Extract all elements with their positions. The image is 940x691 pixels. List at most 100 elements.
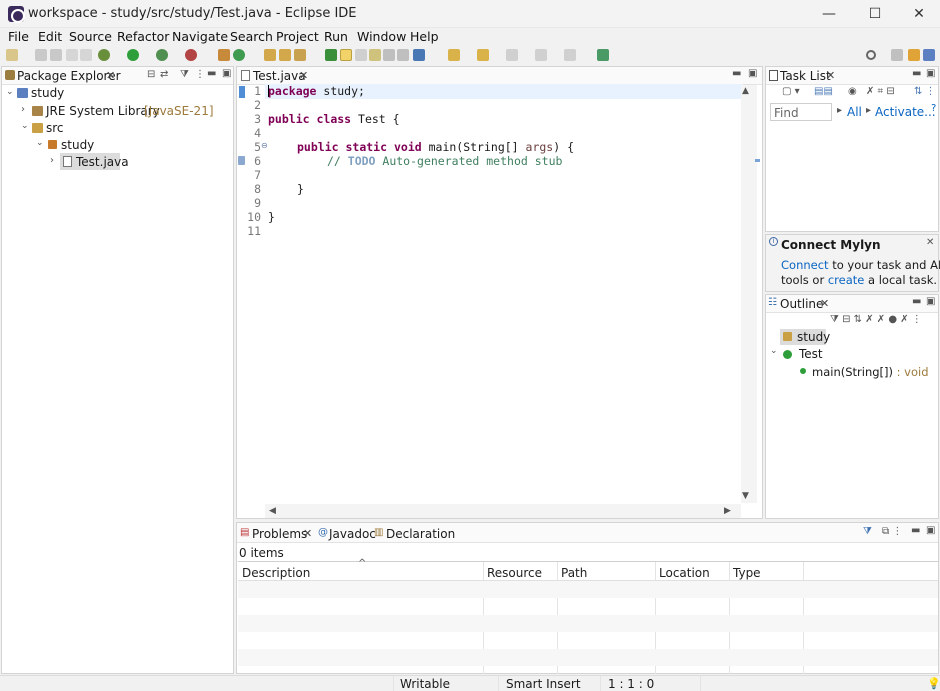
collapse-all-icon[interactable]: ⊟ bbox=[147, 69, 155, 80]
maximize-view-icon[interactable]: ▣ bbox=[926, 296, 935, 307]
minimize-button[interactable]: — bbox=[806, 0, 852, 28]
save-icon[interactable] bbox=[35, 49, 47, 61]
tree-src[interactable]: src bbox=[46, 121, 64, 135]
menu-file[interactable]: File bbox=[8, 29, 29, 44]
minimize-view-icon[interactable]: ▬ bbox=[207, 68, 216, 79]
close-tab-icon[interactable]: ✕ bbox=[299, 69, 308, 82]
new-task-icon[interactable]: ▢ ▾ bbox=[782, 86, 800, 97]
search-tool-icon[interactable] bbox=[294, 49, 306, 61]
menu-navigate[interactable]: Navigate bbox=[172, 29, 228, 44]
vertical-scrollbar[interactable] bbox=[741, 85, 757, 503]
connect-link[interactable]: Connect bbox=[781, 258, 829, 272]
tree-jre-library[interactable]: JRE System Library bbox=[46, 104, 160, 118]
outline-tab[interactable]: Outline bbox=[780, 297, 823, 311]
package-explorer-tab[interactable]: Package Explorer bbox=[17, 69, 121, 83]
status-insert-mode[interactable]: Smart Insert bbox=[506, 677, 581, 691]
redo-icon[interactable] bbox=[80, 49, 92, 61]
close-tab-icon[interactable]: ✕ bbox=[826, 69, 835, 82]
open-type-icon[interactable] bbox=[264, 49, 276, 61]
new-class-icon[interactable] bbox=[233, 49, 245, 61]
search-icon[interactable] bbox=[866, 50, 876, 60]
last-edit-icon[interactable] bbox=[506, 49, 518, 61]
java-perspective-icon[interactable] bbox=[908, 49, 920, 61]
menu-search[interactable]: Search bbox=[230, 29, 273, 44]
toggle-block-icon[interactable] bbox=[355, 49, 367, 61]
problems-tab[interactable]: Problems bbox=[252, 527, 307, 541]
menu-help[interactable]: Help bbox=[410, 29, 439, 44]
menu-edit[interactable]: Edit bbox=[38, 29, 62, 44]
mark-occurrences-icon[interactable] bbox=[340, 49, 352, 61]
view-menu-icon[interactable]: ⧉ ⋮ bbox=[882, 526, 902, 537]
minimize-view-icon[interactable]: ▬ bbox=[912, 296, 921, 307]
debug-perspective-icon[interactable] bbox=[923, 49, 935, 61]
scroll-down-icon[interactable]: ▼ bbox=[742, 491, 749, 501]
column-path[interactable]: Path bbox=[561, 566, 587, 580]
scroll-left-icon[interactable]: ◀ bbox=[269, 506, 276, 516]
declaration-tab[interactable]: Declaration bbox=[386, 527, 455, 541]
maximize-view-icon[interactable]: ▣ bbox=[748, 68, 757, 79]
chevron-down-icon[interactable]: ⌄ bbox=[6, 87, 14, 97]
minimize-view-icon[interactable]: ▬ bbox=[911, 525, 920, 536]
run-icon[interactable] bbox=[127, 49, 139, 61]
outline-class[interactable]: Test bbox=[799, 347, 823, 361]
outline-package[interactable]: study bbox=[797, 330, 830, 344]
categorized-icon[interactable]: ▤▤ bbox=[814, 86, 833, 97]
column-location[interactable]: Location bbox=[659, 566, 710, 580]
menu-refactor[interactable]: Refactor bbox=[117, 29, 169, 44]
external-tools-icon[interactable] bbox=[185, 49, 197, 61]
column-type[interactable]: Type bbox=[733, 566, 761, 580]
save-all-icon[interactable] bbox=[50, 49, 62, 61]
chevron-right-icon[interactable]: › bbox=[50, 155, 54, 166]
minimize-view-icon[interactable]: ▬ bbox=[732, 68, 741, 79]
horizontal-scrollbar[interactable] bbox=[265, 504, 741, 518]
menu-project[interactable]: Project bbox=[276, 29, 319, 44]
tree-project[interactable]: study bbox=[31, 86, 64, 100]
fold-icon[interactable]: ⊖ bbox=[261, 141, 268, 150]
new-icon[interactable] bbox=[6, 49, 18, 61]
chevron-down-icon[interactable]: ⌄ bbox=[770, 346, 778, 356]
prev-annotation-icon[interactable] bbox=[477, 49, 489, 61]
close-icon[interactable]: ✕ bbox=[926, 237, 934, 248]
maximize-button[interactable]: ☐ bbox=[852, 0, 898, 28]
open-perspective-icon[interactable] bbox=[891, 49, 903, 61]
outline-toolbar-icons[interactable]: ⧩ ⊟ ⇅ ✗ ✗ ● ✗ ⋮ bbox=[830, 314, 922, 325]
close-button[interactable]: ✕ bbox=[896, 0, 940, 28]
annotation-icon[interactable] bbox=[325, 49, 337, 61]
link-editor-icon[interactable]: ⇄ bbox=[160, 69, 168, 80]
menu-run[interactable]: Run bbox=[324, 29, 348, 44]
undo-icon[interactable] bbox=[66, 49, 78, 61]
scroll-right-icon[interactable]: ▶ bbox=[724, 506, 731, 516]
menu-source[interactable]: Source bbox=[69, 29, 112, 44]
next-annotation-icon[interactable] bbox=[448, 49, 460, 61]
close-tab-icon[interactable]: ✕ bbox=[820, 297, 829, 310]
column-resource[interactable]: Resource bbox=[487, 566, 542, 580]
focus-icon[interactable]: ◉ bbox=[848, 86, 857, 97]
chevron-down-icon[interactable]: ⌄ bbox=[36, 138, 44, 148]
all-link[interactable]: All bbox=[847, 105, 862, 119]
word-wrap-icon[interactable] bbox=[369, 49, 381, 61]
maximize-view-icon[interactable]: ▣ bbox=[926, 68, 935, 79]
chevron-right-icon[interactable]: › bbox=[21, 104, 25, 115]
filter-icon[interactable]: ⧩ bbox=[180, 69, 189, 80]
outline-method-row[interactable]: main(String[]) : void bbox=[812, 365, 929, 379]
view-menu-icon[interactable]: ⋮ bbox=[195, 69, 205, 80]
create-link[interactable]: create bbox=[828, 273, 865, 287]
sync-icon[interactable]: ⇅ ⋮ bbox=[914, 86, 936, 97]
open-folder-icon[interactable] bbox=[279, 49, 291, 61]
new-java-project-icon[interactable] bbox=[218, 49, 230, 61]
chevron-down-icon[interactable]: ⌄ bbox=[21, 121, 29, 131]
tree-file[interactable]: Test.java bbox=[76, 155, 129, 169]
find-input[interactable]: Find bbox=[770, 103, 832, 121]
menu-window[interactable]: Window bbox=[357, 29, 406, 44]
editor-tab-test-java[interactable]: Test.java bbox=[253, 69, 306, 83]
lightbulb-icon[interactable]: 💡 bbox=[927, 677, 940, 690]
forward-icon[interactable] bbox=[564, 49, 576, 61]
javadoc-tab[interactable]: Javadoc bbox=[329, 527, 376, 541]
task-list-tab[interactable]: Task List bbox=[780, 69, 831, 83]
debug-icon[interactable] bbox=[98, 49, 110, 61]
maximize-view-icon[interactable]: ▣ bbox=[222, 68, 231, 79]
show-whitespace-icon[interactable] bbox=[383, 49, 395, 61]
hide-completed-icon[interactable]: ✗ ⌗ ⊟ bbox=[866, 86, 895, 97]
column-description[interactable]: Description bbox=[242, 566, 310, 580]
filter-icon[interactable]: ⧩ bbox=[863, 526, 872, 537]
